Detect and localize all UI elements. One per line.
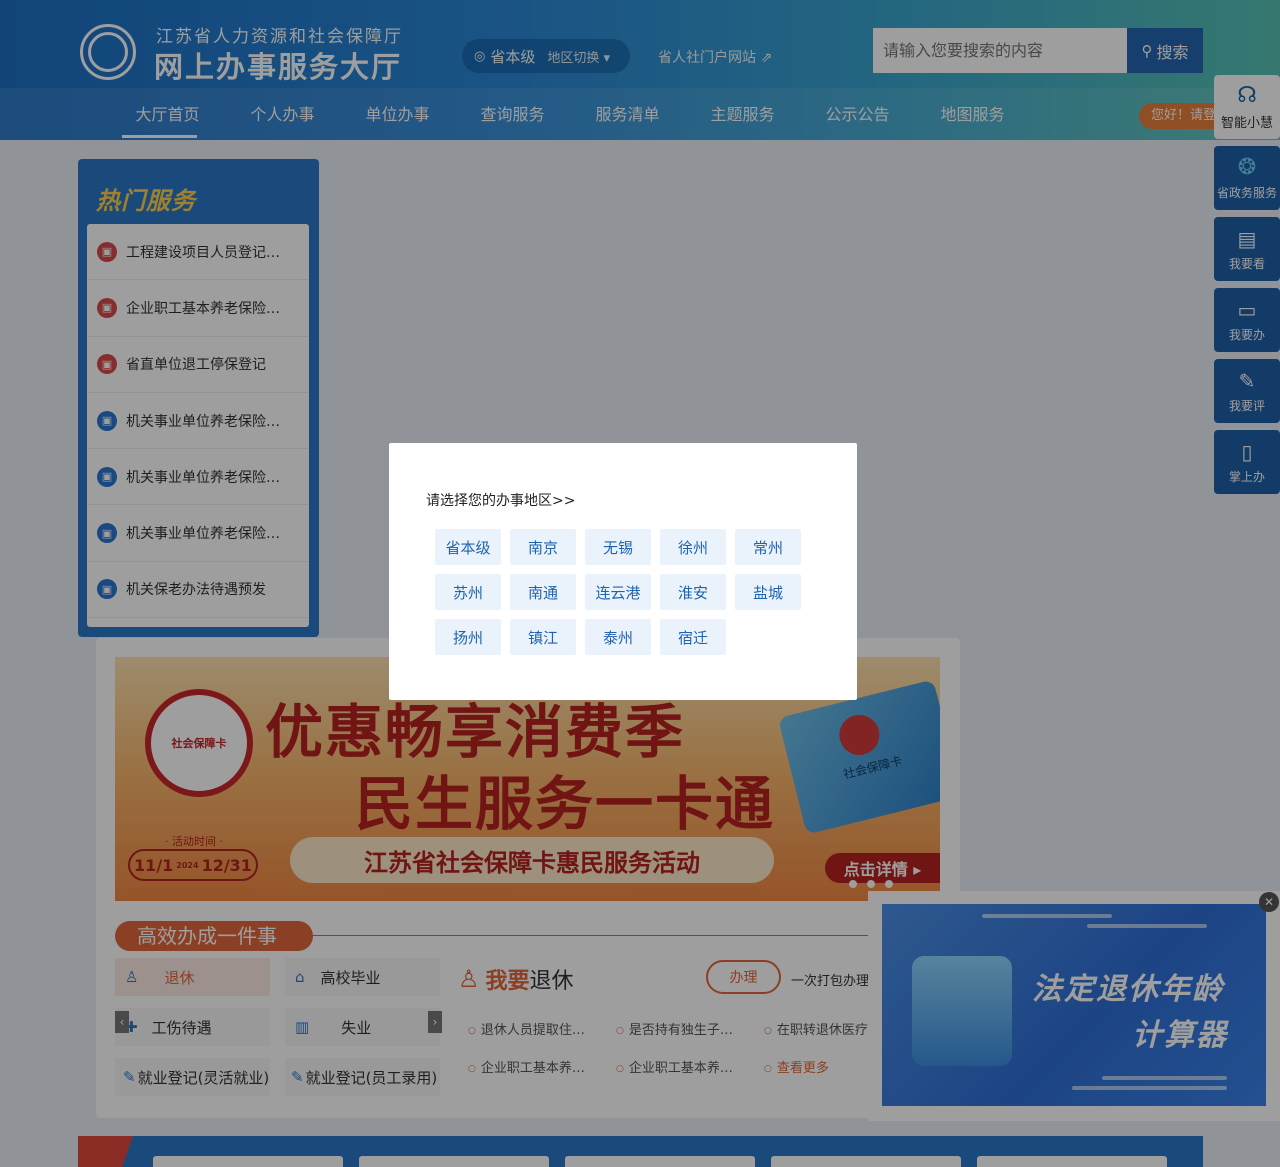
region-option[interactable]: 连云港 bbox=[585, 574, 651, 610]
region-option[interactable]: 无锡 bbox=[585, 529, 651, 565]
region-option[interactable]: 宿迁 bbox=[660, 619, 726, 655]
region-option[interactable]: 南通 bbox=[510, 574, 576, 610]
region-option[interactable]: 常州 bbox=[735, 529, 801, 565]
region-option[interactable]: 泰州 bbox=[585, 619, 651, 655]
region-option[interactable]: 苏州 bbox=[435, 574, 501, 610]
region-option[interactable]: 徐州 bbox=[660, 529, 726, 565]
region-options: 省本级 南京 无锡 徐州 常州 苏州 南通 连云港 淮安 盐城 扬州 镇江 泰州… bbox=[435, 529, 815, 655]
region-option[interactable]: 省本级 bbox=[435, 529, 501, 565]
modal-title: 请选择您的办事地区>> bbox=[426, 493, 576, 509]
region-option[interactable]: 南京 bbox=[510, 529, 576, 565]
region-select-modal: 请选择您的办事地区>> 省本级 南京 无锡 徐州 常州 苏州 南通 连云港 淮安… bbox=[389, 443, 857, 700]
region-option[interactable]: 淮安 bbox=[660, 574, 726, 610]
region-option[interactable]: 镇江 bbox=[510, 619, 576, 655]
region-option[interactable]: 扬州 bbox=[435, 619, 501, 655]
region-option[interactable]: 盐城 bbox=[735, 574, 801, 610]
